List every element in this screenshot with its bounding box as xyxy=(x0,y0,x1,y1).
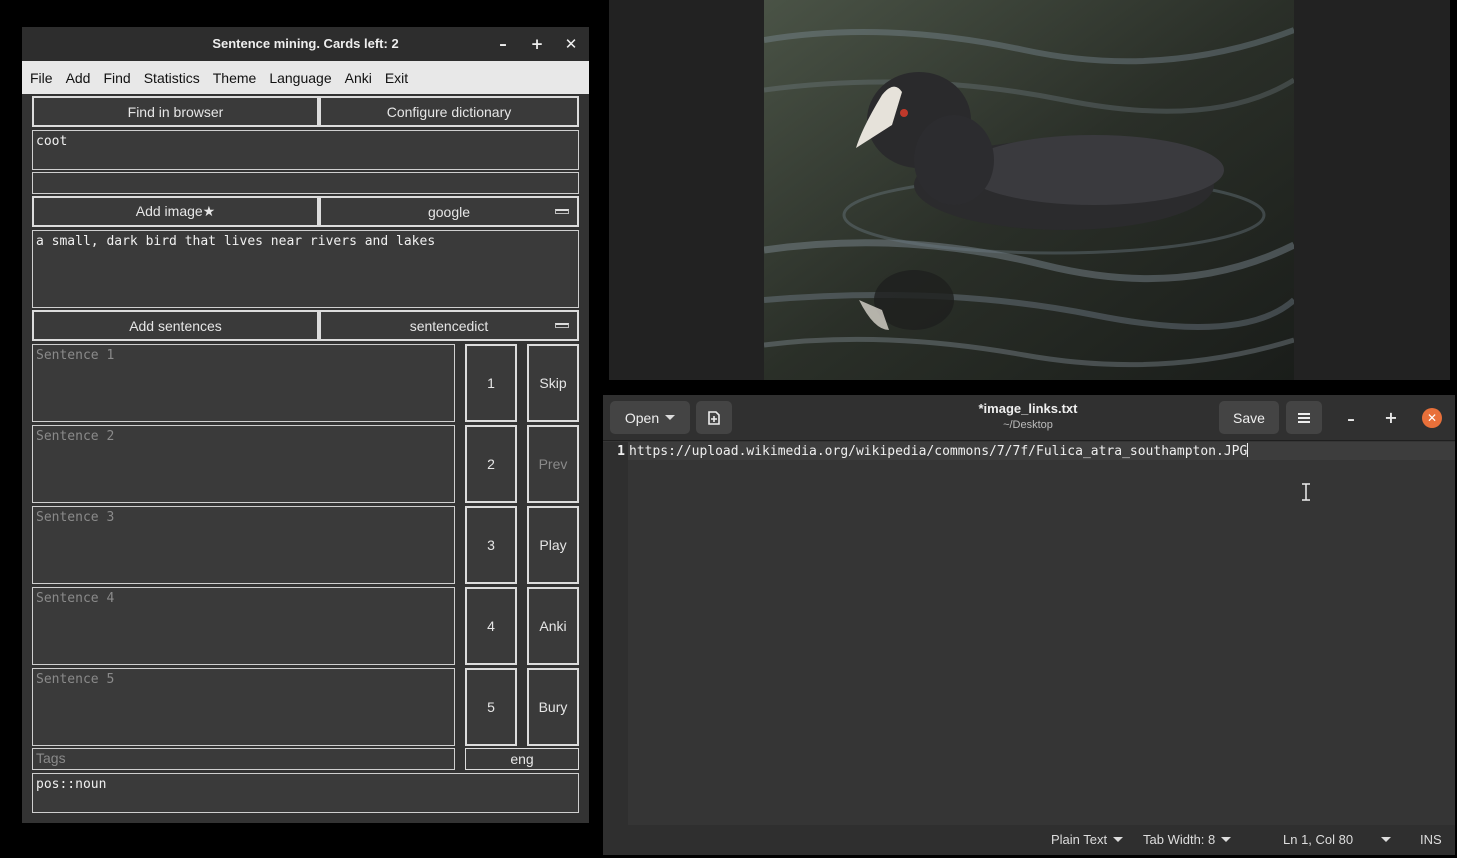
find-in-browser-button[interactable]: Find in browser xyxy=(32,96,319,127)
new-document-button[interactable] xyxy=(696,401,732,434)
image-field[interactable] xyxy=(32,172,579,194)
text-cursor-icon xyxy=(1302,483,1310,501)
menu-statistics[interactable]: Statistics xyxy=(144,70,200,86)
dropdown-indicator-icon xyxy=(555,209,569,214)
menu-language[interactable]: Language xyxy=(269,70,331,86)
sentence-field-1[interactable]: Sentence 1 xyxy=(32,344,455,422)
sentence-source-dropdown[interactable]: sentencedict xyxy=(319,310,579,341)
sentence-field-3[interactable]: Sentence 3 xyxy=(32,506,455,584)
tags-field[interactable]: pos::noun xyxy=(32,773,579,813)
sentence-field-2[interactable]: Sentence 2 xyxy=(32,425,455,503)
line-content: https://upload.wikimedia.org/wikipedia/c… xyxy=(629,444,1248,459)
line-number: 1 xyxy=(617,444,625,459)
sentence-source-value: sentencedict xyxy=(409,317,489,334)
choose-sentence-3-button[interactable]: 3 xyxy=(465,506,517,584)
choose-sentence-1-button[interactable]: 1 xyxy=(465,344,517,422)
language-label: Plain Text xyxy=(1051,832,1108,847)
choose-sentence-5-button[interactable]: 5 xyxy=(465,668,517,746)
coot-photo-drawing xyxy=(764,0,1294,380)
document-path: ~/Desktop xyxy=(1003,419,1053,431)
choose-sentence-4-button[interactable]: 4 xyxy=(465,587,517,665)
menu-exit[interactable]: Exit xyxy=(385,70,408,86)
anki-button[interactable]: Anki xyxy=(527,587,579,665)
close-button[interactable]: ✕ xyxy=(559,27,583,61)
menu-anki[interactable]: Anki xyxy=(345,70,372,86)
editor-header-bar[interactable]: Open *image_links.txt ~/Desktop Save – +… xyxy=(603,395,1455,441)
new-document-icon xyxy=(708,410,720,425)
configure-dictionary-button[interactable]: Configure dictionary xyxy=(319,96,579,127)
cursor-position-selector[interactable]: Ln 1, Col 80 xyxy=(1283,825,1392,855)
add-sentences-button[interactable]: Add sentences xyxy=(32,310,319,341)
word-field[interactable]: coot xyxy=(32,130,579,170)
play-button[interactable]: Play xyxy=(527,506,579,584)
image-source-dropdown[interactable]: google xyxy=(319,196,579,227)
maximize-button[interactable]: + xyxy=(525,27,549,61)
status-bar: Plain Text Tab Width: 8 Ln 1, Col 80 INS xyxy=(603,825,1455,855)
document-title: *image_links.txt xyxy=(978,401,1078,416)
language-selector[interactable]: Plain Text xyxy=(1051,825,1124,855)
chevron-down-icon xyxy=(1221,837,1232,842)
close-icon[interactable]: ✕ xyxy=(1422,408,1442,428)
cursor-position-label: Ln 1, Col 80 xyxy=(1283,832,1354,847)
menu-file[interactable]: File xyxy=(30,70,53,86)
tab-width-selector[interactable]: Tab Width: 8 xyxy=(1143,825,1232,855)
line-gutter xyxy=(603,442,628,825)
title-bar[interactable]: Sentence mining. Cards left: 2 – + ✕ xyxy=(22,27,589,61)
save-button[interactable]: Save xyxy=(1219,401,1279,434)
skip-button[interactable]: Skip xyxy=(527,344,579,422)
text-area[interactable]: https://upload.wikimedia.org/wikipedia/c… xyxy=(629,442,1249,461)
text-area-body[interactable] xyxy=(628,461,1455,825)
image-viewer xyxy=(609,0,1450,380)
main-menu-button[interactable] xyxy=(1286,401,1322,434)
main-panel: Find in browser Configure dictionary coo… xyxy=(22,94,589,823)
prev-button[interactable]: Prev xyxy=(527,425,579,503)
chevron-down-icon xyxy=(665,415,676,420)
sentence-field-5[interactable]: Sentence 5 xyxy=(32,668,455,746)
definition-field[interactable]: a small, dark bird that lives near river… xyxy=(32,230,579,308)
sentence-field-4[interactable]: Sentence 4 xyxy=(32,587,455,665)
minimize-icon[interactable]: – xyxy=(1339,407,1363,431)
coot-photo xyxy=(764,0,1294,380)
maximize-icon[interactable]: + xyxy=(1379,406,1403,430)
menu-theme[interactable]: Theme xyxy=(213,70,257,86)
dropdown-indicator-icon xyxy=(555,323,569,328)
sentence-mining-window: Sentence mining. Cards left: 2 – + ✕ Fil… xyxy=(22,27,589,823)
minimize-button[interactable]: – xyxy=(491,27,515,61)
text-caret xyxy=(1247,443,1249,457)
menu-add[interactable]: Add xyxy=(66,70,91,86)
add-image-button[interactable]: Add image★ xyxy=(32,196,319,227)
tags-input[interactable]: Tags xyxy=(32,748,455,770)
menu-find[interactable]: Find xyxy=(103,70,130,86)
open-button[interactable]: Open xyxy=(610,401,690,434)
text-editor-window: Open *image_links.txt ~/Desktop Save – +… xyxy=(603,395,1455,855)
menu-bar: File Add Find Statistics Theme Language … xyxy=(22,61,589,94)
choose-sentence-2-button[interactable]: 2 xyxy=(465,425,517,503)
hamburger-icon xyxy=(1298,412,1310,423)
chevron-down-icon xyxy=(1113,837,1124,842)
image-source-value: google xyxy=(427,203,471,220)
chevron-down-icon xyxy=(1381,837,1392,842)
tab-width-label: Tab Width: 8 xyxy=(1143,832,1216,847)
language-button[interactable]: eng xyxy=(465,748,579,770)
bury-button[interactable]: Bury xyxy=(527,668,579,746)
insert-mode-indicator[interactable]: INS xyxy=(1420,825,1442,855)
open-label: Open xyxy=(624,409,660,426)
